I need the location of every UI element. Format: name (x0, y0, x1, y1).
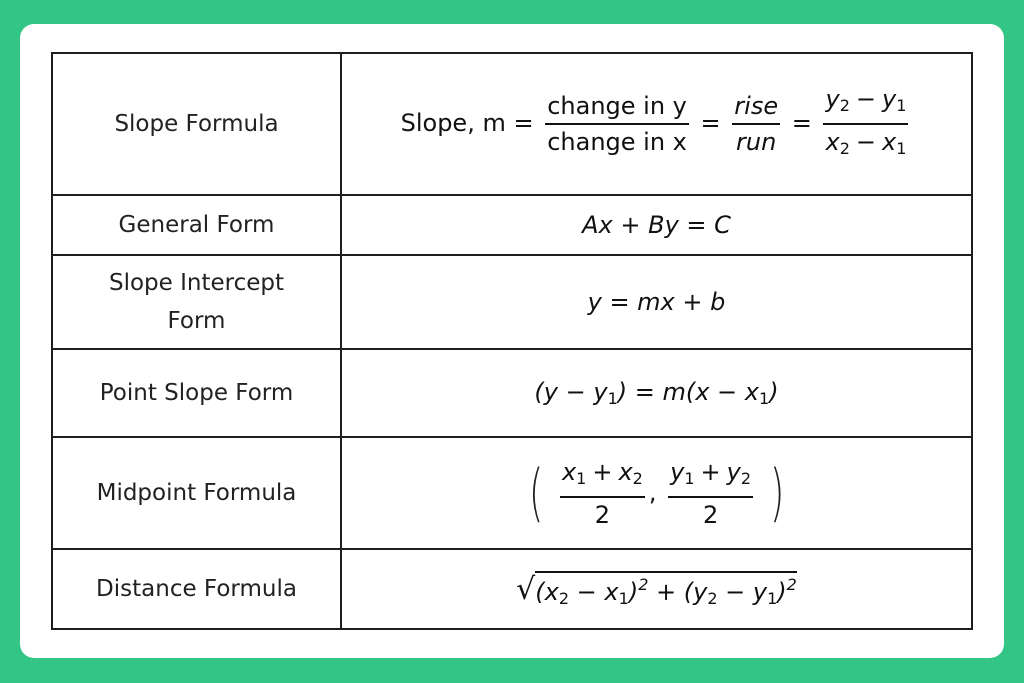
numerator: x1 + x2 (559, 457, 645, 498)
fraction-change: change in y change in x (545, 91, 689, 157)
label-line: Form (167, 308, 226, 334)
equals: = (700, 109, 721, 137)
table-row-midpoint: Midpoint Formula ( x1 + x2 2 , y1 + y2 2 ) (51, 436, 973, 550)
fraction-rise-run: rise run (732, 91, 781, 157)
row-label: General Form (51, 194, 342, 256)
row-label: Midpoint Formula (51, 436, 342, 550)
numerator: y2− y1 (823, 84, 909, 125)
denominator: run (736, 128, 777, 156)
label-line: Slope Intercept (108, 270, 284, 296)
table-row-general-form: General Form Ax + By = C (51, 194, 973, 256)
point-slope-formula: (y − y1) = m(x − x1) (340, 348, 973, 438)
denominator: x2− x1 (825, 128, 907, 158)
square-root-icon: √ (516, 571, 536, 607)
row-label: Distance Formula (51, 548, 342, 630)
denominator: 2 (702, 500, 719, 529)
slope-prefix: Slope, m = (400, 109, 534, 137)
left-paren: ( (528, 456, 544, 529)
table-row-slope-intercept: Slope Intercept Form y = mx + b (51, 254, 973, 350)
fraction-coordinates: y2− y1 x2− x1 (823, 84, 909, 164)
slope-formula: Slope, m = change in y change in x = ris… (340, 52, 973, 196)
numerator: rise (732, 91, 781, 125)
right-paren: ) (769, 456, 785, 529)
radicand: (x2 − x1)2 + (y2 − y1)2 (535, 570, 797, 608)
fraction-x: x1 + x2 2 (559, 457, 645, 530)
table-row-point-slope: Point Slope Form (y − y1) = m(x − x1) (51, 348, 973, 438)
distance-formula: √(x2 − x1)2 + (y2 − y1)2 (340, 548, 973, 630)
slope-intercept-formula: y = mx + b (340, 254, 973, 350)
row-label: Point Slope Form (51, 348, 342, 438)
numerator: y1 + y2 (668, 457, 754, 498)
general-form-formula: Ax + By = C (340, 194, 973, 256)
denominator: 2 (594, 500, 611, 529)
formula-table: Slope Formula Slope, m = change in y cha… (51, 52, 973, 630)
fraction-y: y1 + y2 2 (668, 457, 754, 530)
row-label: Slope Formula (51, 52, 342, 196)
numerator: change in y (545, 91, 689, 125)
denominator: change in x (547, 128, 687, 156)
table-row-slope-formula: Slope Formula Slope, m = change in y cha… (51, 52, 973, 196)
comma: , (648, 478, 657, 506)
row-label: Slope Intercept Form (51, 254, 342, 350)
midpoint-formula: ( x1 + x2 2 , y1 + y2 2 ) (340, 436, 973, 550)
equals: = (791, 109, 812, 137)
table-row-distance: Distance Formula √(x2 − x1)2 + (y2 − y1)… (51, 548, 973, 630)
